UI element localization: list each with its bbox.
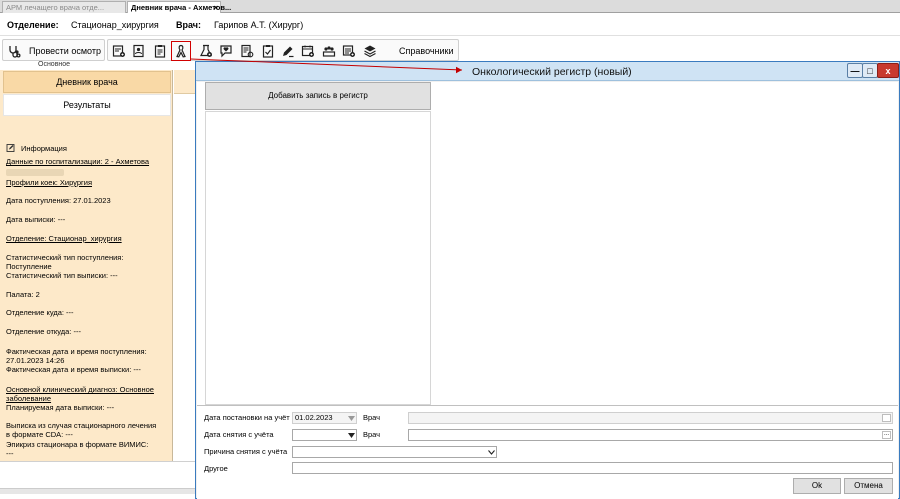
actual-admission-value: 27.01.2023 14:26 — [6, 356, 65, 365]
department-from: Отделение откуда: --- — [6, 327, 81, 336]
hospitalization-link[interactable]: Данные по госпитализации: 2 - Ахметова — [6, 157, 171, 166]
card-add-icon[interactable] — [110, 42, 128, 60]
reason-select[interactable] — [292, 446, 497, 458]
bed-profile-link[interactable]: Профили коек: Хирургия — [6, 178, 171, 187]
horizontal-scrollbar[interactable] — [0, 488, 195, 494]
browse-icon[interactable]: ... — [882, 431, 891, 439]
planned-discharge: Планируемая дата выписки: --- — [6, 403, 115, 412]
group-users-icon[interactable] — [320, 42, 338, 60]
oncology-ribbon-icon[interactable] — [171, 41, 191, 61]
vimis-epicrisis-value: --- — [6, 449, 14, 458]
diagnosis-link[interactable]: Основной клинический диагноз: Основное — [6, 385, 171, 394]
discharge-date: Дата выписки: --- — [6, 215, 66, 224]
cancel-button[interactable]: Отмена — [844, 478, 893, 494]
document-person-icon[interactable] — [130, 42, 148, 60]
flask-settings-icon[interactable] — [197, 42, 215, 60]
diagnosis-link-cont[interactable]: заболевание — [6, 394, 171, 403]
admission-date: Дата поступления: 27.01.2023 — [6, 196, 111, 205]
report-icon[interactable] — [238, 42, 256, 60]
reason-label: Причина снятия с учёта — [204, 447, 288, 456]
tab-strip: АРМ лечащего врача отде... Дневник врача… — [0, 0, 900, 13]
doctor-label-1: Врач — [363, 413, 381, 422]
references-button[interactable]: Справочники — [399, 46, 454, 56]
deregistration-date-label: Дата снятия с учёта — [204, 430, 274, 439]
doctor-field-1[interactable] — [408, 412, 893, 424]
pen-edit-icon[interactable] — [279, 42, 297, 60]
doctor-value: Гарипов А.Т. (Хирург) — [214, 20, 304, 30]
references-layers-icon[interactable] — [361, 42, 379, 60]
registration-date-label: Дата постановки на учёт — [204, 413, 290, 422]
stat-discharge-type: Статистический тип выписки: --- — [6, 271, 118, 280]
edit-info-icon — [6, 144, 15, 152]
dialog-title: Онкологический регистр (новый) — [472, 66, 632, 78]
dialog-divider — [197, 405, 898, 406]
dialog-titlebar[interactable]: Онкологический регистр (новый) — □ x — [196, 62, 899, 81]
info-header: Информация — [6, 143, 67, 153]
stethoscope-icon — [5, 42, 23, 60]
actual-admission-label: Фактическая дата и время поступления: — [6, 347, 147, 356]
left-panel: Дневник врача Результаты Информация Данн… — [0, 70, 173, 461]
clipboard-check-icon[interactable] — [259, 42, 277, 60]
clipboard-icon[interactable] — [151, 42, 169, 60]
department-to: Отделение куда: --- — [6, 308, 74, 317]
dialog-body: Добавить запись в регистр Дата постановк… — [197, 82, 898, 499]
cda-extract-value: в формате CDA: --- — [6, 430, 73, 439]
doctor-label: Врач: — [176, 20, 202, 30]
other-field[interactable] — [292, 462, 893, 474]
dropdown-arrow-icon[interactable] — [346, 430, 356, 440]
dropdown-arrow-icon[interactable] — [346, 413, 356, 423]
stat-admission-type-value: Поступление — [6, 262, 52, 271]
ok-button[interactable]: Ok — [793, 478, 841, 494]
other-label: Другое — [204, 464, 228, 473]
doctor-field-2[interactable]: ... — [408, 429, 893, 441]
deregistration-date-field[interactable] — [292, 429, 357, 441]
maximize-button[interactable]: □ — [862, 63, 878, 78]
tab-doctor-diary-panel[interactable]: Дневник врача — [3, 71, 171, 93]
department-label: Отделение: — [7, 20, 59, 30]
list-add-icon[interactable] — [340, 42, 358, 60]
exam-button-label: Провести осмотр — [29, 46, 101, 56]
chevron-down-icon[interactable] — [486, 447, 496, 457]
redacted-name — [6, 167, 171, 176]
heart-chat-icon[interactable] — [217, 42, 235, 60]
info-title: Информация — [21, 143, 67, 153]
main-content-header-strip — [174, 70, 196, 94]
vimis-epicrisis-label: Эпикриз стационара в формате ВИМИС: — [6, 440, 149, 449]
registration-date-value: 01.02.2023 — [295, 413, 333, 422]
minimize-button[interactable]: — — [847, 63, 863, 78]
tab-results[interactable]: Результаты — [3, 94, 171, 116]
oncology-register-dialog: Онкологический регистр (новый) — □ x Доб… — [195, 61, 900, 499]
doctor-label-2: Врач — [363, 430, 381, 439]
close-button[interactable]: x — [877, 63, 899, 78]
stat-admission-type-label: Статистический тип поступления: — [6, 253, 124, 262]
department-value: Стационар_хирургия — [71, 20, 159, 30]
browse-icon[interactable] — [882, 414, 891, 422]
toolbar-icon-group: Справочники — [107, 39, 459, 61]
register-records-list[interactable] — [205, 111, 431, 405]
context-header: Отделение: Стационар_хирургия Врач: Гари… — [0, 14, 900, 36]
cda-extract-label: Выписка из случая стационарного лечения — [6, 421, 157, 430]
calendar-add-icon[interactable] — [299, 42, 317, 60]
left-bottom-area — [0, 461, 195, 499]
ward: Палата: 2 — [6, 290, 40, 299]
exam-button[interactable]: Провести осмотр — [2, 39, 105, 61]
tab-doctor-diary[interactable]: Дневник врача - Ахметов... × — [127, 1, 231, 13]
tab-arm-doctor[interactable]: АРМ лечащего врача отде... — [2, 1, 126, 13]
add-record-button[interactable]: Добавить запись в регистр — [205, 82, 431, 110]
registration-date-field[interactable]: 01.02.2023 — [292, 412, 357, 424]
toolbar-group-caption: Основное — [38, 61, 71, 68]
close-icon[interactable]: × — [214, 2, 218, 13]
actual-discharge: Фактическая дата и время выписки: --- — [6, 365, 141, 374]
department-link[interactable]: Отделение: Стационар_хирургия — [6, 234, 171, 243]
